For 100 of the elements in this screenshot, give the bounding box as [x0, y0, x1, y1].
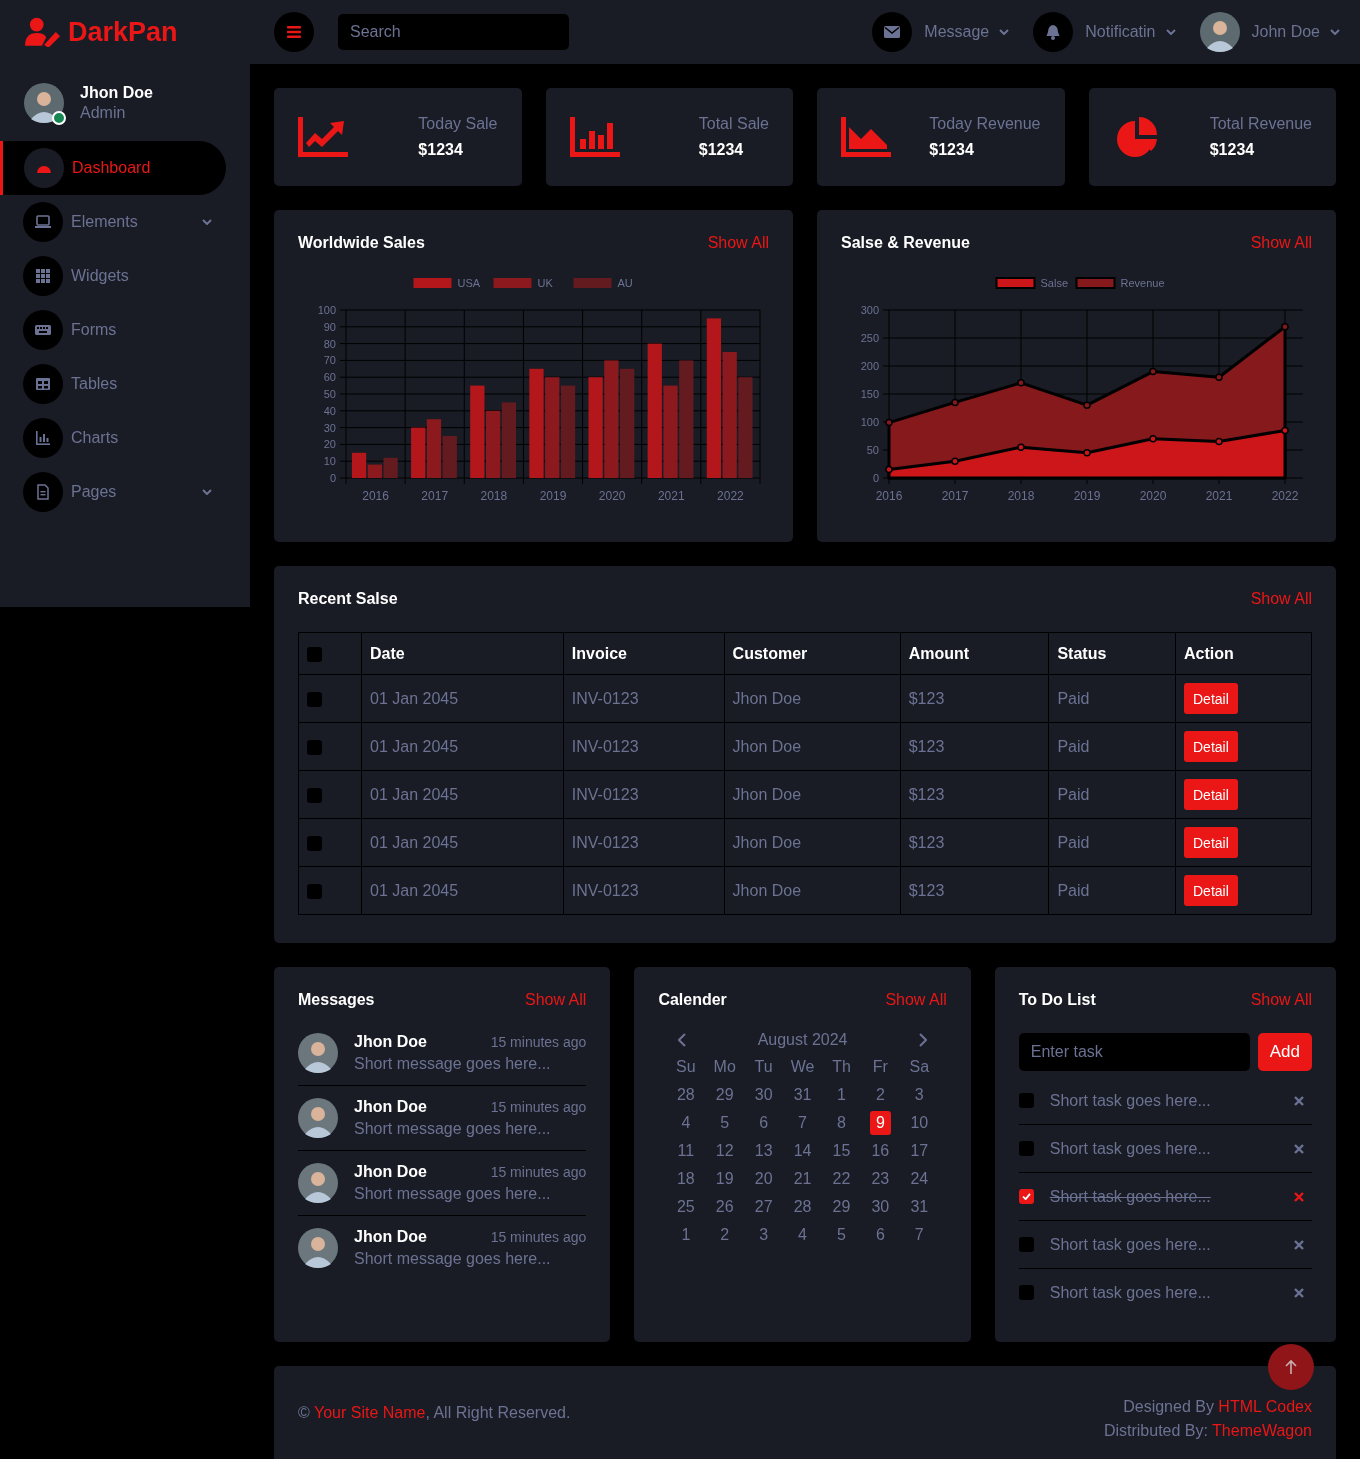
calendar-day[interactable]: 16 — [865, 1139, 896, 1163]
checkbox[interactable] — [1018, 1141, 1034, 1156]
sidebar-item[interactable]: Charts — [0, 411, 226, 465]
previous-month-icon[interactable] — [678, 1033, 687, 1047]
delete-icon[interactable] — [1294, 1143, 1304, 1154]
add-button[interactable]: Add — [1257, 1033, 1312, 1071]
detail-button[interactable]: Detail — [1184, 779, 1238, 810]
top-nav-item[interactable]: Message — [872, 12, 1010, 52]
distributor-link[interactable]: ThemeWagon — [1212, 1421, 1312, 1439]
calendar-day[interactable]: 17 — [904, 1139, 935, 1163]
checkbox[interactable] — [307, 787, 322, 803]
calendar-day[interactable]: 28 — [670, 1083, 701, 1107]
task-input-field[interactable]: Enter task — [1018, 1033, 1250, 1071]
sidebar-item[interactable]: Tables — [0, 357, 226, 411]
table-cell: 01 Jan 2045 — [361, 770, 564, 819]
show-all-link[interactable]: Show All — [885, 991, 947, 1009]
sidebar-item[interactable]: Dashboard — [0, 141, 226, 195]
copyright-text: © Your Site Name, All Right Reserved. — [298, 1402, 571, 1423]
calendar-day[interactable]: 9 — [869, 1111, 891, 1135]
calendar-day[interactable]: 3 — [908, 1083, 930, 1107]
calendar-day[interactable]: 30 — [748, 1083, 779, 1107]
calendar-day[interactable]: 14 — [787, 1139, 818, 1163]
calendar-day[interactable]: 18 — [670, 1167, 701, 1191]
table-cell: 01 Jan 2045 — [361, 818, 564, 867]
stat-label: Today Sale — [418, 115, 498, 133]
calendar-day[interactable]: 6 — [869, 1223, 891, 1247]
axis-tick-label: 50 — [866, 444, 879, 456]
calendar-day[interactable]: 30 — [865, 1195, 896, 1219]
calendar-day[interactable]: 28 — [787, 1195, 818, 1219]
designer-link[interactable]: HTML Codex — [1218, 1397, 1312, 1415]
calendar-day[interactable]: 26 — [709, 1195, 740, 1219]
calendar-day[interactable]: 1 — [675, 1223, 697, 1247]
calendar-day[interactable]: 19 — [709, 1167, 740, 1191]
delete-icon[interactable] — [1294, 1239, 1304, 1250]
detail-button[interactable]: Detail — [1184, 827, 1238, 858]
calendar-day[interactable]: 31 — [787, 1083, 818, 1107]
top-nav-item[interactable]: Notificatin — [1033, 12, 1176, 52]
calendar-day[interactable]: 3 — [753, 1223, 775, 1247]
calendar-day[interactable]: 22 — [826, 1167, 857, 1191]
calendar-day[interactable]: 11 — [671, 1139, 701, 1163]
checkbox[interactable] — [307, 739, 322, 755]
calendar-day[interactable]: 15 — [826, 1139, 857, 1163]
checkbox[interactable] — [307, 691, 322, 707]
calendar-day[interactable]: 24 — [904, 1167, 935, 1191]
calendar-day[interactable]: 8 — [831, 1111, 852, 1135]
calendar-day[interactable]: 12 — [709, 1139, 740, 1163]
calendar-day[interactable]: 2 — [869, 1083, 891, 1107]
next-month-icon[interactable] — [918, 1033, 927, 1047]
show-all-link[interactable]: Show All — [525, 991, 587, 1009]
sidebar-item[interactable]: Pages — [0, 465, 226, 519]
weekday-label: Sa — [908, 1057, 931, 1077]
checkbox[interactable] — [307, 646, 322, 662]
checkbox[interactable] — [1018, 1237, 1034, 1252]
calendar-day[interactable]: 5 — [831, 1223, 852, 1247]
calendar-day[interactable]: 29 — [826, 1195, 857, 1219]
delete-icon[interactable] — [1294, 1287, 1304, 1298]
calendar-day[interactable]: 6 — [753, 1111, 775, 1135]
calendar-day[interactable]: 31 — [904, 1195, 935, 1219]
checkbox[interactable] — [307, 883, 322, 899]
show-all-link[interactable]: Show All — [707, 234, 769, 252]
search-field[interactable]: Search — [338, 14, 569, 50]
calendar-day[interactable]: 25 — [670, 1195, 701, 1219]
calendar-day[interactable]: 29 — [709, 1083, 740, 1107]
calendar-day[interactable]: 4 — [675, 1111, 697, 1135]
show-all-link[interactable]: Show All — [1250, 590, 1312, 608]
brand-name[interactable]: DarkPan — [68, 16, 178, 48]
sidebar-item[interactable]: Widgets — [0, 249, 226, 303]
calendar-day[interactable]: 23 — [865, 1167, 896, 1191]
delete-icon[interactable] — [1294, 1191, 1304, 1202]
detail-button[interactable]: Detail — [1184, 731, 1238, 762]
menu-button[interactable] — [274, 12, 314, 52]
sidebar-item[interactable]: Elements — [0, 195, 226, 249]
back-to-top-button[interactable] — [1268, 1344, 1314, 1390]
detail-button[interactable]: Detail — [1184, 683, 1238, 714]
calendar-day[interactable]: 27 — [748, 1195, 779, 1219]
calendar-day[interactable]: 7 — [792, 1111, 813, 1135]
table-cell: INV-0123 — [563, 722, 725, 771]
calendar-day[interactable]: 20 — [748, 1167, 779, 1191]
delete-icon[interactable] — [1294, 1095, 1304, 1106]
checkbox[interactable] — [1018, 1285, 1034, 1300]
checkbox[interactable] — [1018, 1189, 1034, 1204]
site-link[interactable]: Your Site Name — [313, 1403, 426, 1421]
calendar-day[interactable]: 7 — [908, 1223, 930, 1247]
calendar-day[interactable]: 13 — [748, 1139, 779, 1163]
detail-button[interactable]: Detail — [1184, 875, 1238, 906]
calendar-day[interactable]: 10 — [904, 1111, 935, 1135]
calendar-day[interactable]: 5 — [714, 1111, 736, 1135]
checkbox[interactable] — [1018, 1093, 1034, 1108]
calendar-day[interactable]: 21 — [787, 1167, 818, 1191]
checkbox[interactable] — [307, 835, 322, 851]
calendar-month: August 2024 — [757, 1031, 848, 1049]
calendar-day[interactable]: 4 — [792, 1223, 813, 1247]
table-cell: Paid — [1048, 866, 1176, 915]
calendar-day[interactable]: 1 — [831, 1083, 852, 1107]
calendar-day[interactable]: 2 — [714, 1223, 736, 1247]
show-all-link[interactable]: Show All — [1250, 991, 1312, 1009]
top-nav-item[interactable]: John Doe — [1199, 12, 1340, 52]
axis-tick-label: 250 — [860, 332, 879, 344]
sidebar-item[interactable]: Forms — [0, 303, 226, 357]
show-all-link[interactable]: Show All — [1250, 234, 1312, 252]
